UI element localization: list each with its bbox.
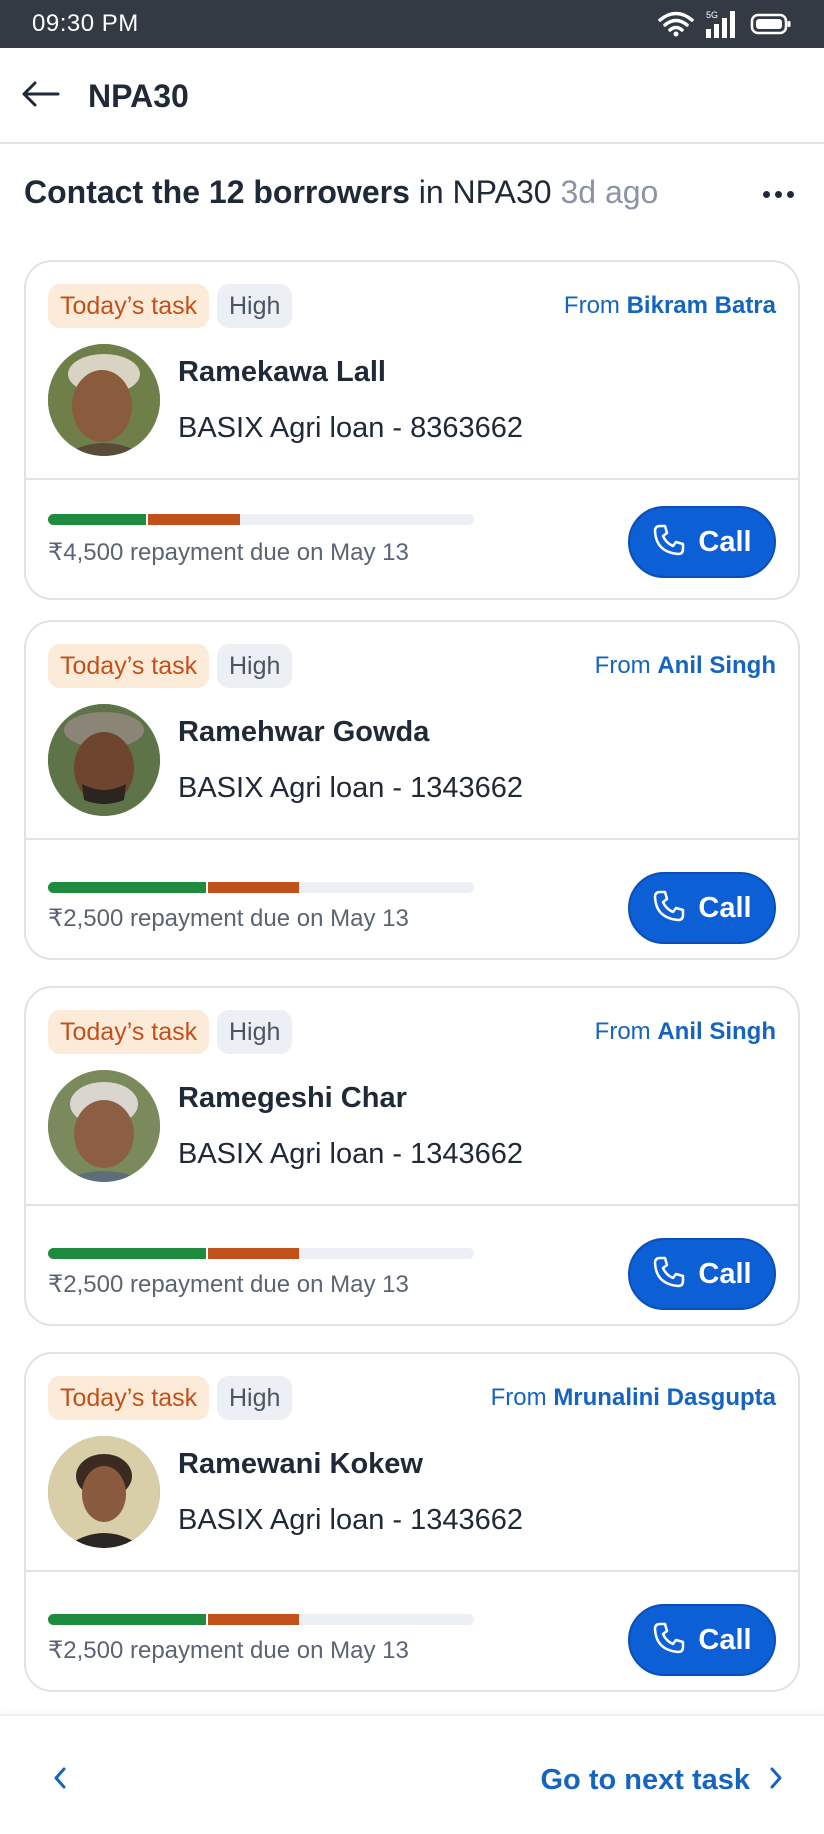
chevron-left-icon (52, 1766, 68, 1795)
bottom-navigation: Go to next task (0, 1714, 824, 1834)
network-type-label: 5G (706, 10, 718, 20)
assigner-name[interactable]: Anil Singh (657, 652, 776, 679)
card-header: Today’s task High From Anil Singh Ramege… (26, 988, 798, 1206)
status-time: 09:30 PM (32, 10, 139, 37)
priority-tag: High (217, 1010, 293, 1054)
repayment-due: ₹2,500 repayment due on May 13 (48, 905, 409, 932)
progress-overdue-segment (205, 882, 300, 893)
assigner-name[interactable]: Anil Singh (657, 1018, 776, 1045)
from-prefix: From (594, 652, 651, 679)
loan-info: BASIX Agri loan - 1343662 (178, 1504, 524, 1536)
battery-icon (750, 12, 792, 36)
card-header: Today’s task High From Bikram Batra Rame… (26, 262, 798, 480)
priority-tag: High (217, 1376, 293, 1420)
avatar (48, 704, 160, 816)
todays-task-tag: Today’s task (48, 1376, 210, 1420)
call-label: Call (698, 525, 752, 558)
chevron-right-icon (768, 1766, 784, 1795)
progress-paid-segment (48, 1248, 206, 1259)
call-button[interactable]: Call (628, 506, 776, 578)
back-button[interactable] (18, 74, 62, 118)
borrower-name: Ramewani Kokew (178, 1448, 423, 1480)
repayment-progress-bar (48, 514, 474, 525)
card-header: Today’s task High From Mrunalini Dasgupt… (26, 1354, 798, 1572)
phone-icon (652, 889, 686, 928)
progress-paid-segment (48, 1614, 206, 1625)
more-options-button[interactable] (756, 178, 800, 210)
borrower-name: Ramehwar Gowda (178, 716, 430, 748)
assigned-from: From Mrunalini Dasgupta (491, 1384, 776, 1412)
cellular-signal-icon: 5G (704, 9, 740, 39)
card-header: Today’s task High From Anil Singh Ramehw… (26, 622, 798, 840)
page-title: NPA30 (88, 78, 189, 114)
task-title-context: in NPA30 (418, 174, 552, 210)
todays-task-tag: Today’s task (48, 1010, 210, 1054)
task-age: 3d ago (560, 174, 659, 210)
loan-info: BASIX Agri loan - 1343662 (178, 1138, 524, 1170)
assigner-name[interactable]: Bikram Batra (627, 292, 776, 319)
borrower-card[interactable]: Today’s task High From Mrunalini Dasgupt… (24, 1352, 800, 1692)
divider (26, 1570, 798, 1572)
avatar (48, 1436, 160, 1548)
dot (774, 190, 782, 198)
priority-tag: High (217, 284, 293, 328)
repayment-progress-bar (48, 1248, 474, 1259)
repayment-progress-bar (48, 1614, 474, 1625)
assigner-name[interactable]: Mrunalini Dasgupta (553, 1384, 776, 1411)
assigned-from: From Bikram Batra (564, 292, 776, 320)
loan-info: BASIX Agri loan - 1343662 (178, 772, 524, 804)
status-bar: 09:30 PM 5G (0, 0, 824, 48)
borrower-name: Ramegeshi Char (178, 1082, 407, 1114)
borrower-card[interactable]: Today’s task High From Bikram Batra Rame… (24, 260, 800, 600)
borrower-card[interactable]: Today’s task High From Anil Singh Ramege… (24, 986, 800, 1326)
wifi-icon (658, 11, 694, 37)
arrow-left-icon (20, 80, 60, 113)
phone-icon (652, 1255, 686, 1294)
progress-overdue-segment (205, 1614, 300, 1625)
dot (762, 190, 770, 198)
todays-task-tag: Today’s task (48, 284, 210, 328)
phone-icon (652, 1621, 686, 1660)
call-button[interactable]: Call (628, 1604, 776, 1676)
phone-icon (652, 523, 686, 562)
call-label: Call (698, 1257, 752, 1290)
next-task-button[interactable]: Go to next task (541, 1756, 785, 1804)
from-prefix: From (490, 1384, 547, 1411)
call-button[interactable]: Call (628, 872, 776, 944)
task-header: Contact the 12 borrowers in NPA30 3d ago (24, 170, 800, 220)
task-title-main: Contact the 12 borrowers (24, 174, 410, 210)
call-label: Call (698, 1623, 752, 1656)
divider (26, 838, 798, 840)
divider (26, 478, 798, 480)
todays-task-tag: Today’s task (48, 644, 210, 688)
previous-task-button[interactable] (40, 1760, 80, 1800)
loan-info: BASIX Agri loan - 8363662 (178, 412, 524, 444)
borrower-card[interactable]: Today’s task High From Anil Singh Ramehw… (24, 620, 800, 960)
repayment-progress-bar (48, 882, 474, 893)
avatar (48, 1070, 160, 1182)
avatar (48, 344, 160, 456)
progress-paid-segment (48, 514, 146, 525)
dot (786, 190, 794, 198)
progress-overdue-segment (205, 1248, 300, 1259)
priority-tag: High (217, 644, 293, 688)
assigned-from: From Anil Singh (595, 652, 776, 680)
repayment-due: ₹2,500 repayment due on May 13 (48, 1637, 409, 1664)
call-label: Call (698, 891, 752, 924)
repayment-due: ₹2,500 repayment due on May 13 (48, 1271, 409, 1298)
divider (26, 1204, 798, 1206)
progress-paid-segment (48, 882, 206, 893)
repayment-due: ₹4,500 repayment due on May 13 (48, 539, 409, 566)
next-task-label: Go to next task (540, 1763, 751, 1796)
call-button[interactable]: Call (628, 1238, 776, 1310)
borrower-name: Ramekawa Lall (178, 356, 386, 388)
app-bar: NPA30 (0, 48, 824, 144)
status-icons: 5G (658, 8, 792, 40)
assigned-from: From Anil Singh (595, 1018, 776, 1046)
progress-overdue-segment (145, 514, 240, 525)
from-prefix: From (563, 292, 620, 319)
task-title: Contact the 12 borrowers in NPA30 3d ago (24, 174, 658, 211)
from-prefix: From (594, 1018, 651, 1045)
